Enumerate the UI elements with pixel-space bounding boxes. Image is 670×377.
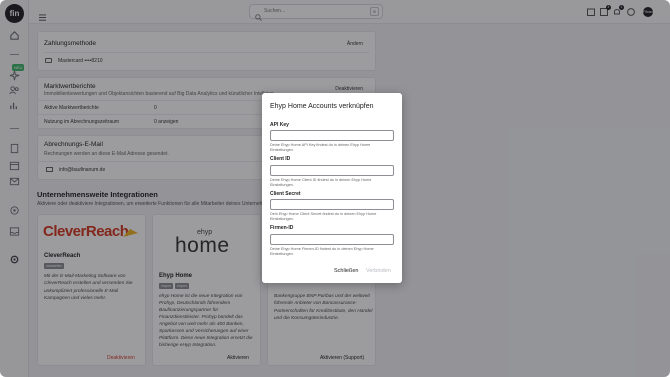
company-id-label: Firmen-ID [270, 225, 294, 231]
connect-accounts-dialog: Ehyp Home Accounts verknüpfen API Key De… [262, 93, 402, 283]
client-secret-help: Dein Ehyp Home Client Secret findest du … [270, 212, 377, 222]
client-id-label: Client ID [270, 156, 291, 162]
company-id-input[interactable] [270, 234, 394, 245]
company-id-help: Deine Ehyp Home Firmen-ID findest du in … [270, 247, 374, 257]
close-button[interactable]: Schließen [334, 268, 358, 274]
dialog-title: Ehyp Home Accounts verknüpfen [270, 103, 374, 110]
connect-button[interactable]: Verbinden [366, 268, 391, 274]
api-key-input[interactable] [270, 130, 394, 141]
api-key-help: Deine Ehyp Home API Key findest du in de… [270, 143, 371, 153]
app-window: fin NEU Suchen... S 4 1 FiNance Zahlungs… [0, 0, 670, 377]
api-key-label: API Key [270, 122, 289, 128]
client-secret-input[interactable] [270, 199, 394, 210]
client-id-input[interactable] [270, 165, 394, 176]
client-id-help: Deine Ehyp Home Client ID findest du in … [270, 178, 372, 188]
client-secret-label: Client Secret [270, 191, 301, 197]
